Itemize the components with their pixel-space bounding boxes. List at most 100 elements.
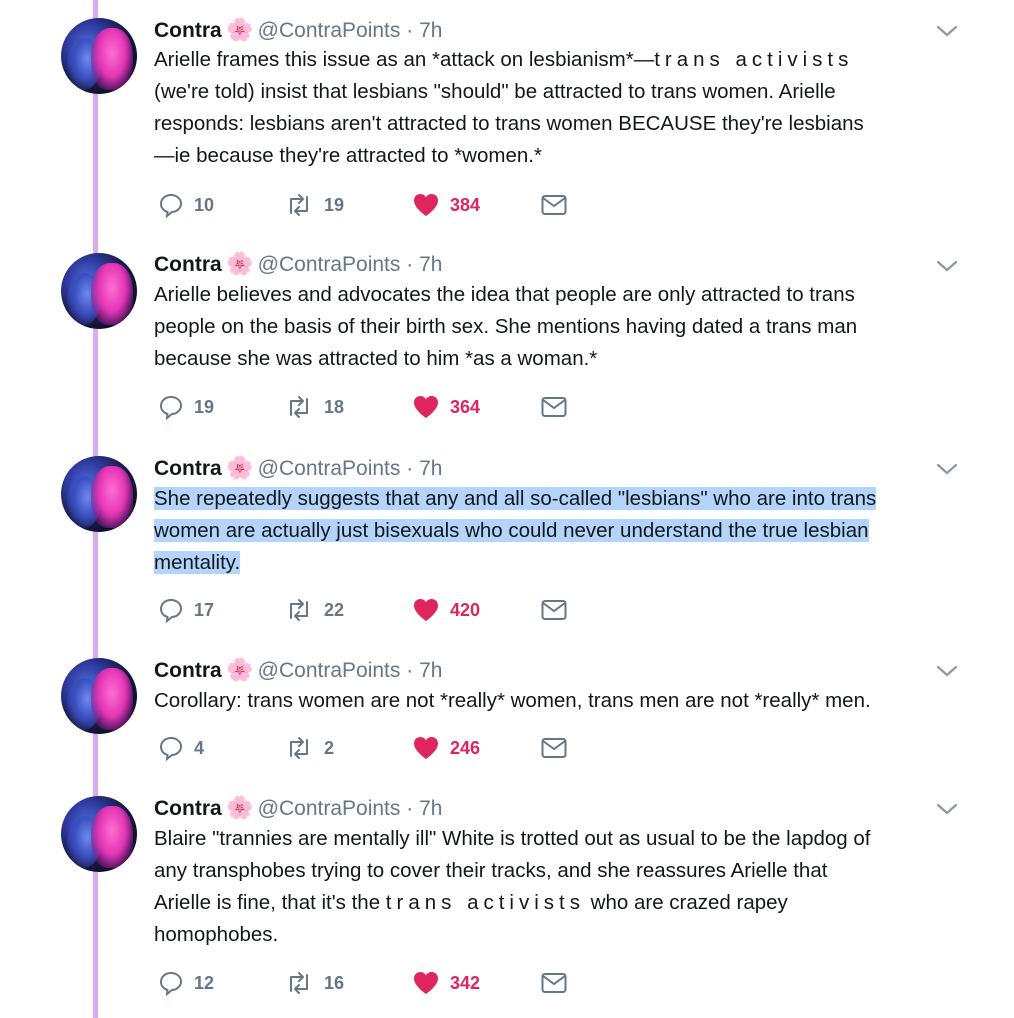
tweet-text-line: Arielle believes and advocates the idea … <box>154 283 855 306</box>
reply-button[interactable]: 4 <box>158 733 204 763</box>
chevron-down-icon[interactable] <box>936 462 958 476</box>
tweet-text-line: Arielle frames this issue as an *attack … <box>154 48 655 71</box>
tweet-header: Contra 🌸 @ContraPoints · 7h <box>154 17 442 44</box>
like-count: 342 <box>450 972 481 993</box>
heart-icon <box>414 194 438 216</box>
timestamp[interactable]: 7h <box>419 19 442 42</box>
chevron-down-icon[interactable] <box>936 24 958 38</box>
timestamp[interactable]: 7h <box>419 797 442 820</box>
display-name[interactable]: Contra <box>154 797 222 820</box>
selected-text-line: mentality. <box>154 551 241 574</box>
flower-emoji-icon: 🌸 <box>225 455 254 480</box>
retweet-button[interactable]: 22 <box>284 595 344 625</box>
retweet-count: 16 <box>324 972 345 993</box>
tweet-actions: 4 2 246 <box>154 733 594 763</box>
user-handle[interactable]: @ContraPoints <box>258 659 401 682</box>
reply-button[interactable]: 10 <box>158 190 214 220</box>
like-button[interactable]: 364 <box>412 392 480 422</box>
tweet-header: Contra 🌸 @ContraPoints · 7h <box>154 795 442 822</box>
tweet-text-line: Corollary: trans women are not *really* … <box>154 689 871 712</box>
retweet-button[interactable]: 19 <box>284 190 344 220</box>
retweet-icon <box>290 396 308 418</box>
reply-button[interactable]: 12 <box>158 968 214 998</box>
reply-icon <box>159 193 183 218</box>
direct-message-button[interactable] <box>540 392 568 422</box>
envelope-icon <box>541 738 567 758</box>
tweet-text-line: who are crazed rapey <box>584 891 788 914</box>
tweet-text-line: homophobes. <box>154 923 279 946</box>
tweet-text: Arielle frames this issue as an *attack … <box>154 44 974 172</box>
heart-icon <box>414 599 438 621</box>
avatar[interactable] <box>61 658 137 734</box>
timestamp[interactable]: 7h <box>419 457 442 480</box>
flower-emoji-icon: 🌸 <box>225 17 254 42</box>
direct-message-button[interactable] <box>540 968 568 998</box>
chevron-down-icon[interactable] <box>936 664 958 678</box>
user-handle[interactable]: @ContraPoints <box>258 19 401 42</box>
retweet-icon <box>290 599 308 621</box>
retweet-button[interactable]: 18 <box>284 392 344 422</box>
chevron-down-icon[interactable] <box>936 259 958 273</box>
tweet-text-spaced: trans activists <box>654 48 854 71</box>
timestamp[interactable]: 7h <box>419 659 442 682</box>
selected-text-line: She repeatedly suggests that any and all… <box>154 487 877 510</box>
like-count: 364 <box>450 396 481 417</box>
direct-message-button[interactable] <box>540 190 568 220</box>
envelope-icon <box>541 973 567 993</box>
flower-emoji-icon: 🌸 <box>225 795 254 820</box>
reply-icon <box>159 395 183 420</box>
direct-message-button[interactable] <box>540 595 568 625</box>
reply-icon <box>159 598 183 623</box>
tweet-text: Arielle believes and advocates the idea … <box>154 279 974 375</box>
like-button[interactable]: 246 <box>412 733 480 763</box>
display-name[interactable]: Contra <box>154 19 222 42</box>
retweet-button[interactable]: 2 <box>284 733 334 763</box>
tweet-text: She repeatedly suggests that any and all… <box>154 483 974 579</box>
retweet-icon <box>290 972 308 994</box>
tweet-actions: 17 22 420 <box>154 595 594 625</box>
avatar[interactable] <box>61 253 137 329</box>
display-name[interactable]: Contra <box>154 659 222 682</box>
like-button[interactable]: 420 <box>412 595 480 625</box>
avatar[interactable] <box>61 796 137 872</box>
separator-dot: · <box>406 19 414 42</box>
direct-message-button[interactable] <box>540 733 568 763</box>
heart-icon <box>414 396 438 418</box>
envelope-icon <box>541 600 567 620</box>
tweet-actions: 12 16 342 <box>154 968 594 998</box>
avatar[interactable] <box>61 18 137 94</box>
retweet-button[interactable]: 16 <box>284 968 344 998</box>
heart-icon <box>414 737 438 759</box>
user-handle[interactable]: @ContraPoints <box>258 253 401 276</box>
separator-dot: · <box>406 253 414 276</box>
chevron-down-icon[interactable] <box>936 802 958 816</box>
flower-emoji-icon: 🌸 <box>225 251 254 276</box>
reply-button[interactable]: 19 <box>158 392 214 422</box>
timestamp[interactable]: 7h <box>419 253 442 276</box>
tweet-actions: 10 19 384 <box>154 190 594 220</box>
retweet-icon <box>290 194 308 216</box>
like-button[interactable]: 342 <box>412 968 480 998</box>
tweet-actions: 19 18 364 <box>154 392 594 422</box>
avatar[interactable] <box>61 456 137 532</box>
like-button[interactable]: 384 <box>412 190 480 220</box>
tweet-text: Blaire "trannies are mentally ill" White… <box>154 823 974 951</box>
tweet-text-line: (we're told) insist that lesbians "shoul… <box>154 80 836 103</box>
tweet-text-line: Arielle is fine, that it's the <box>154 891 386 914</box>
user-handle[interactable]: @ContraPoints <box>258 457 401 480</box>
display-name[interactable]: Contra <box>154 457 222 480</box>
retweet-count: 18 <box>324 396 345 417</box>
separator-dot: · <box>406 659 414 682</box>
display-name[interactable]: Contra <box>154 253 222 276</box>
envelope-icon <box>541 195 567 215</box>
tweet-header: Contra 🌸 @ContraPoints · 7h <box>154 455 442 482</box>
tweet-text-line: Blaire "trannies are mentally ill" White… <box>154 827 871 850</box>
retweet-count: 2 <box>324 737 335 758</box>
reply-count: 4 <box>194 737 205 758</box>
separator-dot: · <box>406 797 414 820</box>
like-count: 420 <box>450 599 481 620</box>
reply-button[interactable]: 17 <box>158 595 214 625</box>
reply-count: 17 <box>194 599 215 620</box>
user-handle[interactable]: @ContraPoints <box>258 797 401 820</box>
reply-icon <box>159 971 183 996</box>
